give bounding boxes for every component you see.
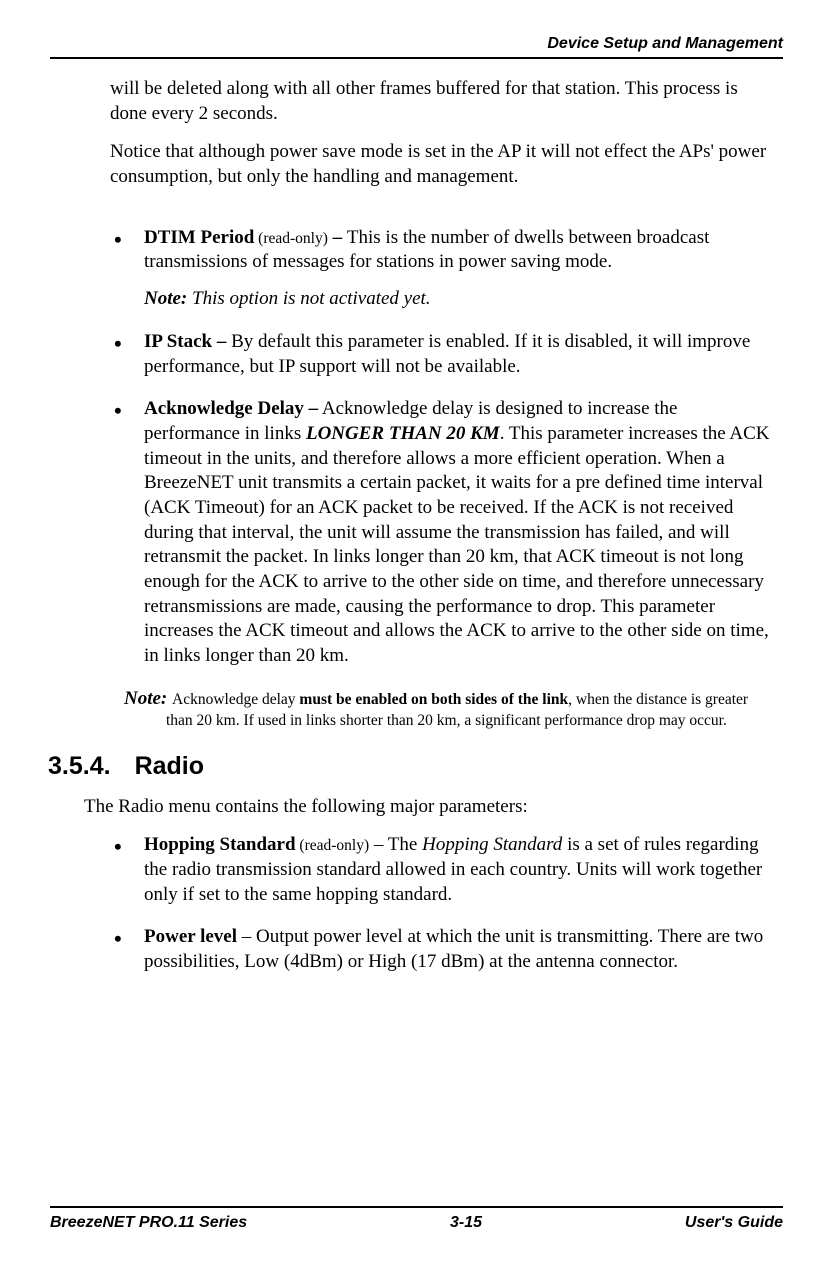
footer-right: User's Guide	[685, 1214, 783, 1232]
list-item-ip: IP Stack – By default this parameter is …	[110, 330, 773, 379]
hopping-ital: Hopping Standard	[422, 834, 562, 855]
ack-label: Acknowledge Delay –	[144, 398, 318, 419]
header-divider	[50, 57, 783, 59]
section-number: 3.5.4.	[48, 752, 111, 780]
hopping-label: Hopping Standard	[144, 834, 296, 855]
ack-note-t1: Acknowledge delay	[172, 691, 299, 708]
ack-emphasis: LONGER THAN 20 KM	[306, 423, 500, 444]
ack-note-lead: Note:	[124, 688, 172, 709]
list-item-power: Power level – Output power level at whic…	[110, 925, 773, 974]
dtim-note-text: This option is not activated yet.	[187, 288, 430, 309]
footer-row: BreezeNET PRO.11 Series 3-15 User's Guid…	[50, 1214, 783, 1232]
ip-label: IP Stack –	[144, 331, 226, 352]
radio-intro: The Radio menu contains the following ma…	[84, 795, 773, 820]
page-footer: BreezeNET PRO.11 Series 3-15 User's Guid…	[50, 1206, 783, 1232]
page-header-title: Device Setup and Management	[50, 35, 783, 53]
list-item-dtim: DTIM Period (read-only) – This is the nu…	[110, 226, 773, 312]
radio-parameter-list: Hopping Standard (read-only) – The Hoppi…	[110, 833, 773, 974]
footer-center: 3-15	[450, 1214, 482, 1232]
dtim-sep: –	[328, 227, 347, 248]
parameter-list: DTIM Period (read-only) – This is the nu…	[110, 226, 773, 669]
intro-paragraph-1: will be deleted along with all other fra…	[110, 77, 773, 126]
dtim-readonly: (read-only)	[254, 230, 328, 247]
hopping-readonly: (read-only)	[296, 837, 370, 854]
dtim-note-lead: Note:	[144, 288, 187, 309]
footer-left: BreezeNET PRO.11 Series	[50, 1214, 247, 1232]
list-item-hopping: Hopping Standard (read-only) – The Hoppi…	[110, 833, 773, 907]
ack-text2: . This parameter increases the ACK timeo…	[144, 423, 770, 666]
hopping-sep: – The	[369, 834, 422, 855]
power-label: Power level	[144, 926, 237, 947]
ack-note-bold: must be enabled on both sides of the lin…	[299, 691, 568, 708]
dtim-note: Note: This option is not activated yet.	[144, 287, 773, 312]
dtim-label: DTIM Period	[144, 227, 254, 248]
section-heading-radio: 3.5.4. Radio	[48, 752, 773, 781]
ack-note-block: Note: Acknowledge delay must be enabled …	[118, 687, 773, 732]
list-item-ack: Acknowledge Delay – Acknowledge delay is…	[110, 397, 773, 669]
section-title: Radio	[135, 752, 204, 780]
intro-paragraph-2: Notice that although power save mode is …	[110, 140, 773, 189]
power-sep: –	[237, 926, 256, 947]
page-content: will be deleted along with all other fra…	[50, 77, 783, 975]
footer-divider	[50, 1206, 783, 1208]
ip-text: By default this parameter is enabled. If…	[144, 331, 750, 377]
